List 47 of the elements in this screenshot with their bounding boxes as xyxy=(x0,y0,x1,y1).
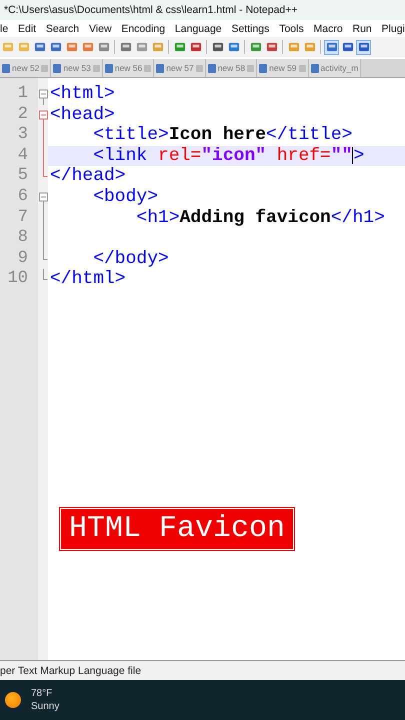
document-icon xyxy=(208,64,216,72)
menu-item[interactable]: Macro xyxy=(314,22,343,34)
code-line: </html> xyxy=(50,269,126,290)
line-number: 2 xyxy=(18,104,28,124)
code-line: <body> xyxy=(92,186,158,207)
document-icon xyxy=(104,64,113,72)
fold-end-icon xyxy=(42,248,48,260)
line-number: 10 xyxy=(8,269,28,288)
document-icon xyxy=(2,64,10,72)
line-number: 5 xyxy=(18,166,28,186)
menu-item[interactable]: Tools xyxy=(279,22,304,34)
line-number: 4 xyxy=(18,146,28,165)
line-number: 1 xyxy=(18,84,28,103)
line-number: 6 xyxy=(18,186,28,206)
fold-end-icon xyxy=(42,269,48,280)
code-line: <link rel="icon" href=""> xyxy=(92,146,364,166)
weather-widget[interactable]: 78°F Sunny xyxy=(5,687,60,713)
document-icon xyxy=(259,64,268,72)
fold-end-icon xyxy=(42,166,48,178)
code-line: </head> xyxy=(50,166,126,186)
line-number: 8 xyxy=(18,228,28,248)
line-number: 3 xyxy=(18,125,28,144)
menu-item[interactable]: Search xyxy=(46,22,80,34)
menu-item[interactable]: le xyxy=(0,22,8,34)
temperature: 78°F xyxy=(31,687,54,700)
menu-item[interactable]: View xyxy=(88,22,112,34)
menu-item[interactable]: Plugi xyxy=(382,22,405,34)
line-number: 7 xyxy=(18,208,28,227)
menu-item[interactable]: Settings xyxy=(231,22,270,34)
menu-item[interactable]: Language xyxy=(174,22,222,34)
code-line: <head> xyxy=(50,104,115,125)
weather-condition: Sunny xyxy=(31,700,60,713)
code-line: <title>Icon here</title> xyxy=(92,125,352,146)
code-line: </body> xyxy=(92,248,169,269)
document-icon xyxy=(310,64,319,72)
status-text: per Text Markup Language file xyxy=(0,664,142,676)
document-icon xyxy=(53,64,62,72)
menu-item[interactable]: Edit xyxy=(18,22,36,34)
sun-icon xyxy=(5,692,21,708)
code-line: <h1>Adding favicon</h1> xyxy=(135,208,385,228)
code-line: <html> xyxy=(50,84,115,104)
menu-item[interactable]: Encoding xyxy=(121,22,166,34)
line-number: 9 xyxy=(18,248,28,268)
title-banner: HTML Favicon xyxy=(60,508,294,550)
menu-item[interactable]: Run xyxy=(352,22,372,34)
window-title: *C:\Users\asus\Documents\html & css\learn1.html - Notepad++ xyxy=(4,4,298,16)
document-icon xyxy=(156,64,164,72)
